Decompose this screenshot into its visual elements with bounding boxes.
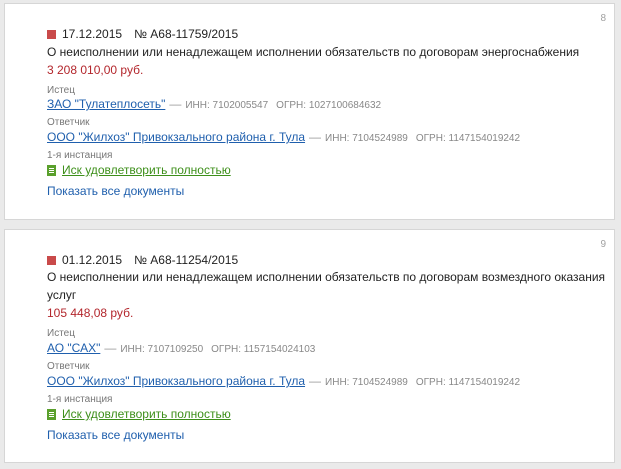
plaintiff-label: Истец	[47, 85, 75, 96]
case-subject-line1: О неисполнении или ненадлежащем исполнен…	[47, 270, 606, 284]
plaintiff-row: АО "САХ" — ИНН: 7107109250 ОГРН: 1157154024…	[47, 341, 316, 355]
result-link[interactable]: Иск удовлетворить полностью	[62, 407, 231, 421]
document-icon	[47, 164, 56, 176]
document-icon	[47, 408, 56, 420]
card-index: 9	[600, 239, 606, 250]
case-number: № А68-11759/2015	[134, 27, 239, 41]
defendant-row: ООО "Жилхоз" Привокзального района г. Ту…	[47, 130, 521, 144]
defendant-inn: ИНН: 7104524989	[325, 133, 408, 144]
case-card: 9 01.12.2015 № А68-11254/2015 О неисполн…	[4, 229, 615, 463]
case-subject-line2: услуг	[47, 288, 77, 302]
instance-label: 1-я инстанция	[47, 394, 113, 405]
plaintiff-link[interactable]: АО "САХ"	[47, 341, 100, 355]
defendant-label: Ответчик	[47, 361, 90, 372]
case-subject: О неисполнении или ненадлежащем исполнен…	[47, 45, 580, 59]
result-link[interactable]: Иск удовлетворить полностью	[62, 163, 231, 177]
red-square-marker-icon	[47, 29, 56, 39]
plaintiff-label: Истец	[47, 328, 75, 339]
case-header: 17.12.2015 № А68-11759/2015	[47, 27, 238, 41]
show-all-documents-link[interactable]: Показать все документы	[47, 428, 184, 442]
defendant-link[interactable]: ООО "Жилхоз" Привокзального района г. Ту…	[47, 374, 305, 388]
defendant-ogrn: ОГРН: 1147154019242	[415, 377, 521, 388]
case-card: 8 17.12.2015 № А68-11759/2015 О неисполн…	[4, 3, 615, 220]
defendant-link[interactable]: ООО "Жилхоз" Привокзального района г. Ту…	[47, 130, 305, 144]
plaintiff-link[interactable]: ЗАО "Тулатеплосеть"	[47, 97, 165, 111]
red-square-marker-icon	[47, 255, 56, 265]
case-date: 01.12.2015	[62, 253, 123, 267]
result-row: Иск удовлетворить полностью	[47, 163, 231, 177]
claim-amount: 3 208 010,00 руб.	[47, 63, 144, 77]
card-index: 8	[600, 13, 606, 24]
plaintiff-row: ЗАО "Тулатеплосеть" — ИНН: 7102005547 ОГРН:…	[47, 97, 382, 111]
instance-label: 1-я инстанция	[47, 150, 113, 161]
case-header: 01.12.2015 № А68-11254/2015	[47, 253, 238, 267]
defendant-inn: ИНН: 7104524989	[325, 377, 408, 388]
defendant-ogrn: ОГРН: 1147154019242	[415, 133, 521, 144]
result-row: Иск удовлетворить полностью	[47, 407, 231, 421]
case-date: 17.12.2015	[62, 27, 123, 41]
case-number: № А68-11254/2015	[134, 253, 239, 267]
defendant-label: Ответчик	[47, 117, 90, 128]
defendant-row: ООО "Жилхоз" Привокзального района г. Ту…	[47, 374, 521, 388]
plaintiff-inn: ИНН: 7107109250	[120, 344, 204, 355]
claim-amount: 105 448,08 руб.	[47, 306, 134, 320]
plaintiff-ogrn: ОГРН: 1027100684632	[276, 100, 382, 111]
plaintiff-ogrn: ОГРН: 1157154024103	[211, 344, 316, 355]
show-all-documents-link[interactable]: Показать все документы	[47, 184, 184, 198]
plaintiff-inn: ИНН: 7102005547	[185, 100, 269, 111]
